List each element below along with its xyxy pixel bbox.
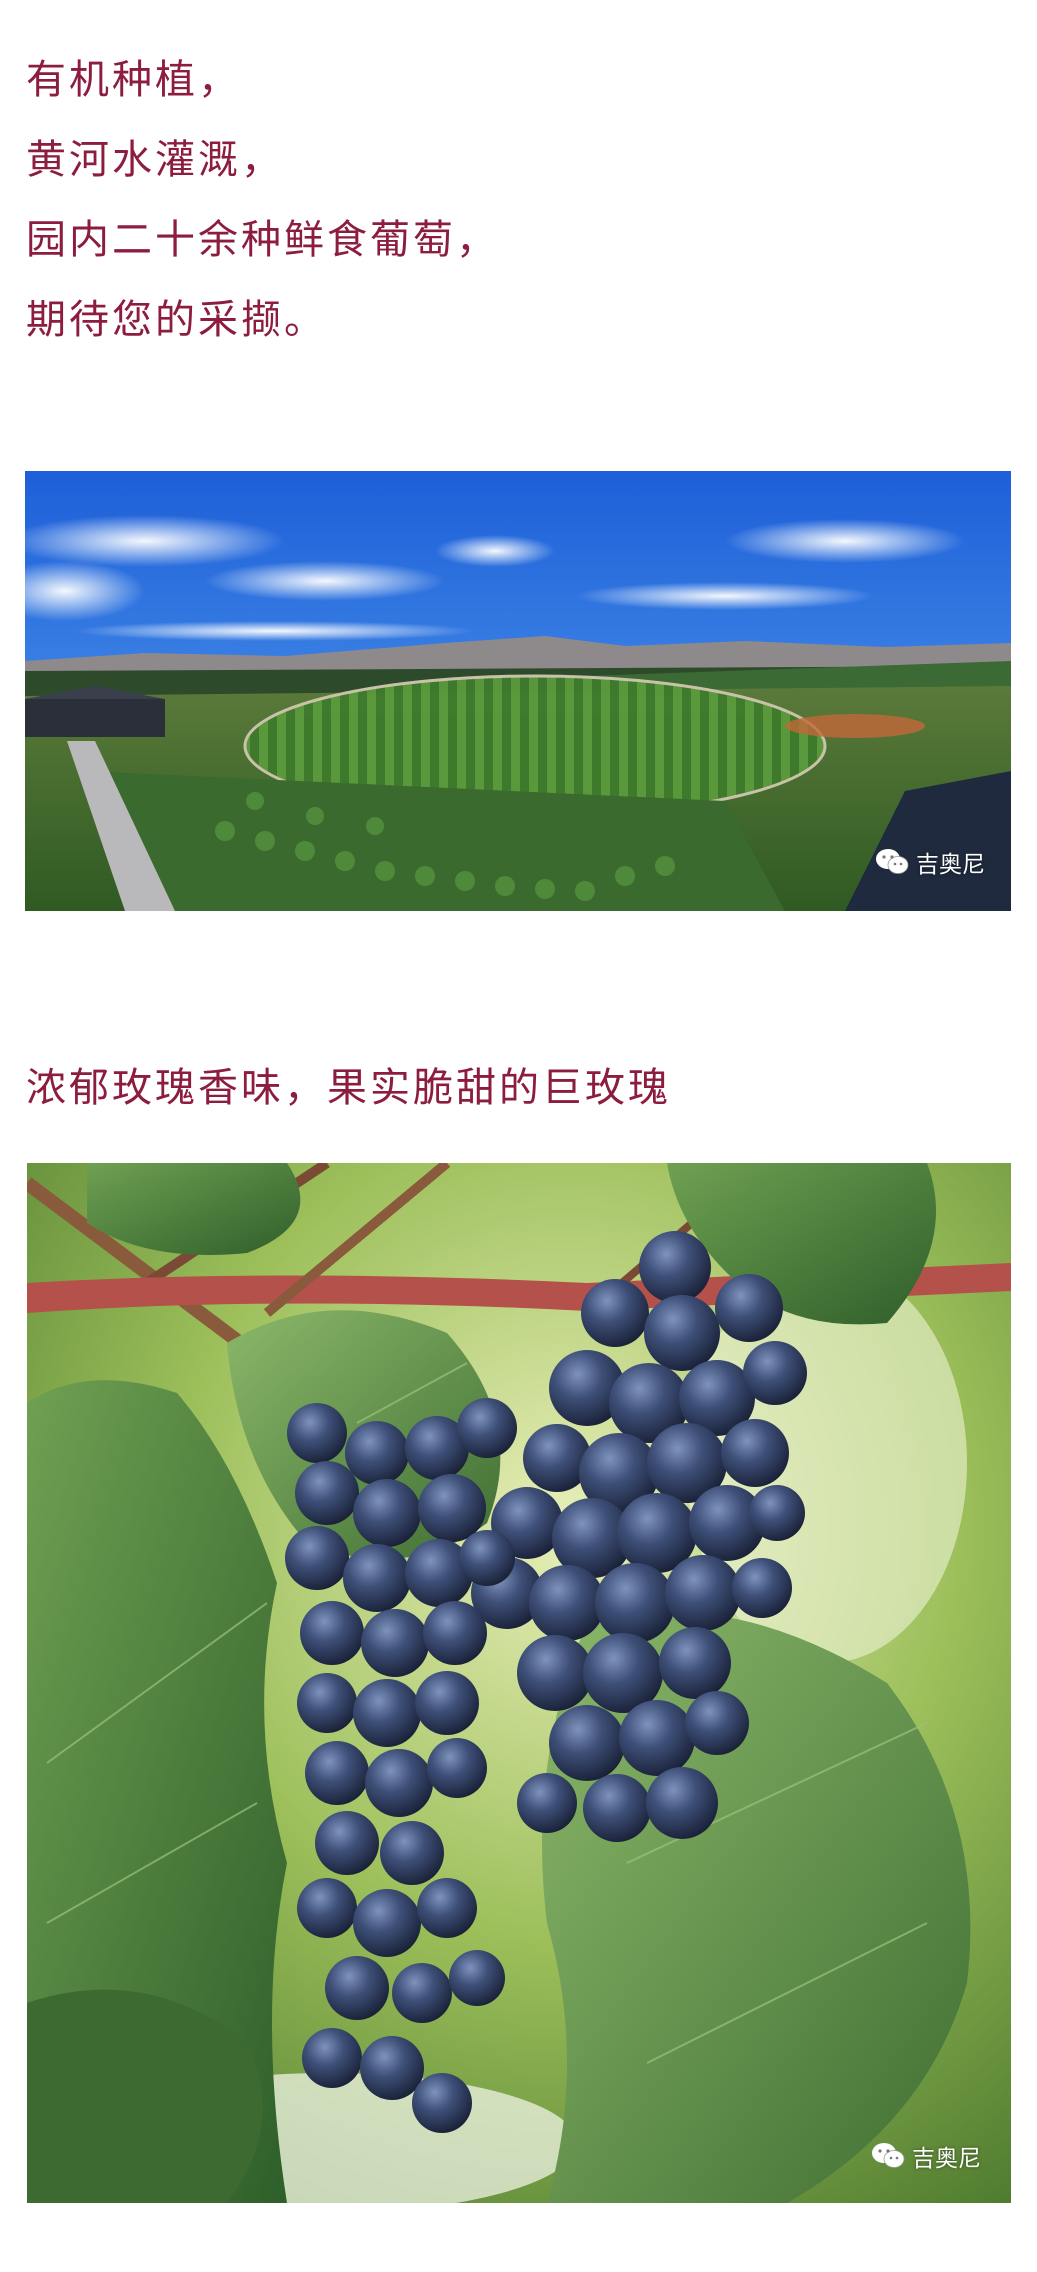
- intro-line-1: 有机种植，: [26, 57, 241, 103]
- wechat-icon: [872, 2143, 905, 2168]
- grapes-watermark: 吉奥尼: [870, 2139, 981, 2173]
- wechat-icon: [876, 849, 909, 874]
- intro-line-2: 黄河水灌溉，: [26, 137, 284, 183]
- grapes-illustration: [27, 1163, 1011, 2203]
- vineyard-illustration: [25, 471, 1011, 911]
- vineyard-watermark: 吉奥尼: [874, 845, 985, 879]
- intro-text-block: 有机种植， 黄河水灌溉， 园内二十余种鲜食葡萄， 期待您的采撷。: [26, 40, 499, 360]
- intro-line-4: 期待您的采撷。: [26, 297, 327, 343]
- watermark-label: 吉奥尼: [912, 2146, 981, 2172]
- grapes-photo[interactable]: 吉奥尼: [27, 1163, 1011, 2203]
- vineyard-panorama-photo[interactable]: 吉奥尼: [25, 471, 1011, 911]
- grape-caption: 浓郁玫瑰香味，果实脆甜的巨玫瑰: [26, 1065, 671, 1111]
- article-page: 有机种植， 黄河水灌溉， 园内二十余种鲜食葡萄， 期待您的采撷。 吉奥尼 浓郁玫…: [0, 0, 1037, 2272]
- intro-line-3: 园内二十余种鲜食葡萄，: [26, 217, 499, 263]
- watermark-label: 吉奥尼: [916, 852, 985, 878]
